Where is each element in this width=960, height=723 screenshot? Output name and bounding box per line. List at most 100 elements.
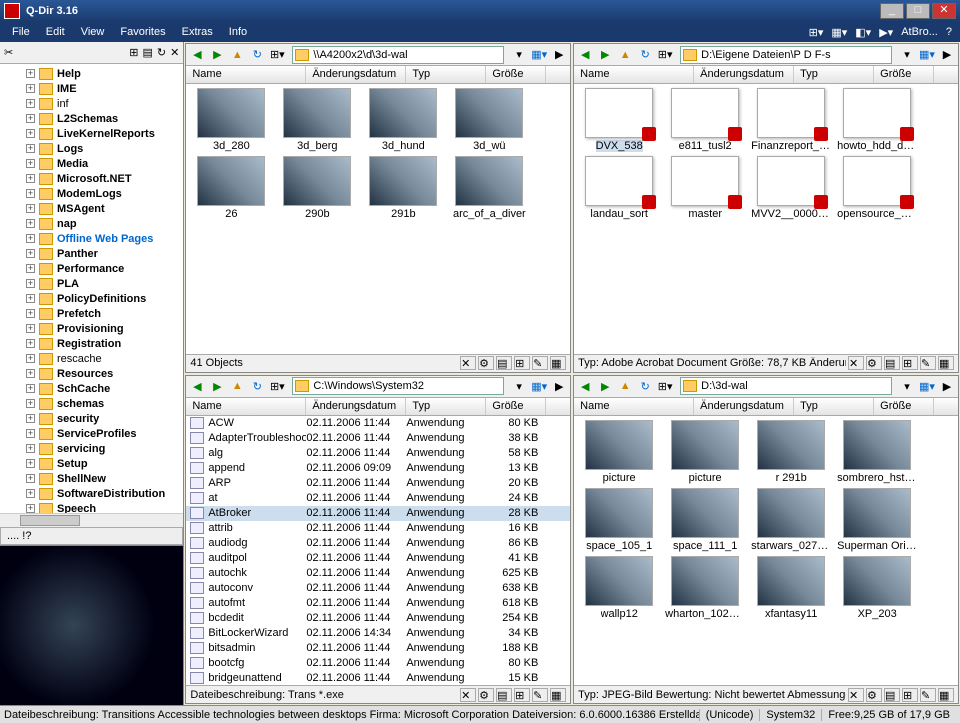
address-bar[interactable]: D:\3d-wal xyxy=(680,377,892,395)
menu-edit[interactable]: Edit xyxy=(38,24,73,40)
tree-node[interactable]: +inf xyxy=(2,96,181,111)
expand-icon[interactable]: + xyxy=(26,69,35,78)
dropdown-icon[interactable]: ▾ xyxy=(510,377,528,395)
thumb-item[interactable]: e811_tusl2 xyxy=(664,88,746,152)
file-row[interactable]: ACW02.11.2006 11:44Anwendung80 KB xyxy=(186,416,570,431)
up-icon[interactable]: ▲ xyxy=(616,46,634,64)
tree-node[interactable]: +Registration xyxy=(2,336,181,351)
thumb-item[interactable]: arc_of_a_diver xyxy=(448,156,530,220)
tree-node[interactable]: +Prefetch xyxy=(2,306,181,321)
thumbs-view[interactable]: 3d_2803d_berg3d_hund3d_wü26290b291barc_o… xyxy=(186,84,570,224)
refresh-icon[interactable]: ↻ xyxy=(248,46,266,64)
back-icon[interactable]: ◀ xyxy=(188,46,206,64)
file-row[interactable]: autochk02.11.2006 11:44Anwendung625 KB xyxy=(186,566,570,581)
dropdown-icon[interactable]: ▾ xyxy=(898,46,916,64)
col-type[interactable]: Typ xyxy=(406,66,486,83)
file-row[interactable]: bootcfg02.11.2006 11:44Anwendung80 KB xyxy=(186,656,570,671)
sb-icon[interactable]: ⊞ xyxy=(514,688,530,702)
expand-icon[interactable]: + xyxy=(26,99,35,108)
file-row[interactable]: at02.11.2006 11:44Anwendung24 KB xyxy=(186,491,570,506)
sb-icon[interactable]: ✎ xyxy=(532,688,548,702)
thumb-item[interactable]: wallp12 xyxy=(578,556,660,620)
tree-node[interactable]: +Microsoft.NET xyxy=(2,171,181,186)
up-icon[interactable]: ▲ xyxy=(228,46,246,64)
up-icon[interactable]: ▲ xyxy=(616,377,634,395)
thumb-item[interactable]: 290b xyxy=(276,156,358,220)
thumb-item[interactable]: master xyxy=(664,156,746,220)
sb-icon[interactable]: ▤ xyxy=(496,356,512,370)
sb-icon[interactable]: ⊞ xyxy=(902,688,918,702)
thumb-item[interactable]: picture xyxy=(578,420,660,484)
tree-node[interactable]: +Logs xyxy=(2,141,181,156)
col-date[interactable]: Änderungsdatum xyxy=(306,398,406,415)
expand-icon[interactable]: + xyxy=(26,324,35,333)
sb-icon[interactable]: ▦ xyxy=(550,356,566,370)
dropdown-icon[interactable]: ▾ xyxy=(510,46,528,64)
thumb-item[interactable]: 3d_280 xyxy=(190,88,272,152)
tree-node[interactable]: +MSAgent xyxy=(2,201,181,216)
file-row[interactable]: bcdedit02.11.2006 11:44Anwendung254 KB xyxy=(186,611,570,626)
run-icon[interactable]: ▶▾ xyxy=(875,24,897,41)
menu-file[interactable]: File xyxy=(4,24,38,40)
view-icon[interactable]: ⊞▾ xyxy=(656,377,674,395)
thumb-item[interactable]: DVX_538 xyxy=(578,88,660,152)
expand-icon[interactable]: + xyxy=(26,459,35,468)
thumb-item[interactable]: 3d_berg xyxy=(276,88,358,152)
refresh-icon[interactable]: ↻ xyxy=(248,377,266,395)
tree-node[interactable]: +ServiceProfiles xyxy=(2,426,181,441)
expand-icon[interactable]: + xyxy=(26,204,35,213)
view-icon[interactable]: ⊞▾ xyxy=(268,46,286,64)
fwd-icon[interactable]: ▶ xyxy=(208,46,226,64)
help-icon[interactable]: ? xyxy=(942,24,956,40)
sb-icon[interactable]: ✎ xyxy=(920,356,936,370)
sb-icon[interactable]: ⊞ xyxy=(514,356,530,370)
tree-node[interactable]: +Provisioning xyxy=(2,321,181,336)
tree-node[interactable]: +Setup xyxy=(2,456,181,471)
fav-icon[interactable]: ▦▾ xyxy=(530,46,548,64)
tree-node[interactable]: +rescache xyxy=(2,351,181,366)
address-bar[interactable]: D:\Eigene Dateien\P D F-s xyxy=(680,46,892,64)
minimize-button[interactable]: _ xyxy=(880,3,904,19)
fav-icon[interactable]: ▦▾ xyxy=(530,377,548,395)
fav-icon[interactable]: ▦▾ xyxy=(918,377,936,395)
thumb-item[interactable]: Superman Original xyxy=(836,488,918,552)
expand-icon[interactable]: + xyxy=(26,369,35,378)
address-bar[interactable]: \\A4200x2\d\3d-wal xyxy=(292,46,504,64)
expand-icon[interactable]: + xyxy=(26,144,35,153)
view-icon[interactable]: ⊞▾ xyxy=(268,377,286,395)
thumb-item[interactable]: sombrero_hst_big xyxy=(836,420,918,484)
file-row[interactable]: BitLockerWizard02.11.2006 14:34Anwendung… xyxy=(186,626,570,641)
close-button[interactable]: ✕ xyxy=(932,3,956,19)
thumb-item[interactable]: opensource_und_li... xyxy=(836,156,918,220)
file-row[interactable]: append02.11.2006 09:09Anwendung13 KB xyxy=(186,461,570,476)
view-icon[interactable]: ⊞▾ xyxy=(656,46,674,64)
tree-node[interactable]: +Performance xyxy=(2,261,181,276)
tree-node[interactable]: +Media xyxy=(2,156,181,171)
tree-node[interactable]: +nap xyxy=(2,216,181,231)
expand-icon[interactable]: + xyxy=(26,174,35,183)
sb-icon[interactable]: ▦ xyxy=(938,356,954,370)
tree-node[interactable]: +schemas xyxy=(2,396,181,411)
thumb-item[interactable]: xfantasy11 xyxy=(750,556,832,620)
tree-node[interactable]: +IME xyxy=(2,81,181,96)
file-row[interactable]: bitsadmin02.11.2006 11:44Anwendung188 KB xyxy=(186,641,570,656)
thumb-item[interactable]: XP_203 xyxy=(836,556,918,620)
sb-icon[interactable]: ▦ xyxy=(550,688,566,702)
thumb-item[interactable]: 26 xyxy=(190,156,272,220)
sb-icon[interactable]: ▤ xyxy=(884,688,900,702)
refresh-icon[interactable]: ↻ xyxy=(636,377,654,395)
expand-icon[interactable]: + xyxy=(26,354,35,363)
expand-icon[interactable]: + xyxy=(26,399,35,408)
thumb-item[interactable]: r 291b xyxy=(750,420,832,484)
expand-icon[interactable]: + xyxy=(26,84,35,93)
sb-icon[interactable]: ⚙ xyxy=(866,688,882,702)
thumbs-view[interactable]: DVX_538e811_tusl2Finanzreport_Nr[1...how… xyxy=(574,84,958,224)
expand-icon[interactable]: + xyxy=(26,114,35,123)
go-icon[interactable]: ▶ xyxy=(550,46,568,64)
scissors-icon[interactable]: ✂ xyxy=(4,46,13,59)
expand-icon[interactable]: + xyxy=(26,279,35,288)
col-name[interactable]: Name xyxy=(186,398,306,415)
color-icon[interactable]: ▦▾ xyxy=(827,24,851,41)
expand-icon[interactable]: + xyxy=(26,309,35,318)
expand-icon[interactable]: + xyxy=(26,159,35,168)
